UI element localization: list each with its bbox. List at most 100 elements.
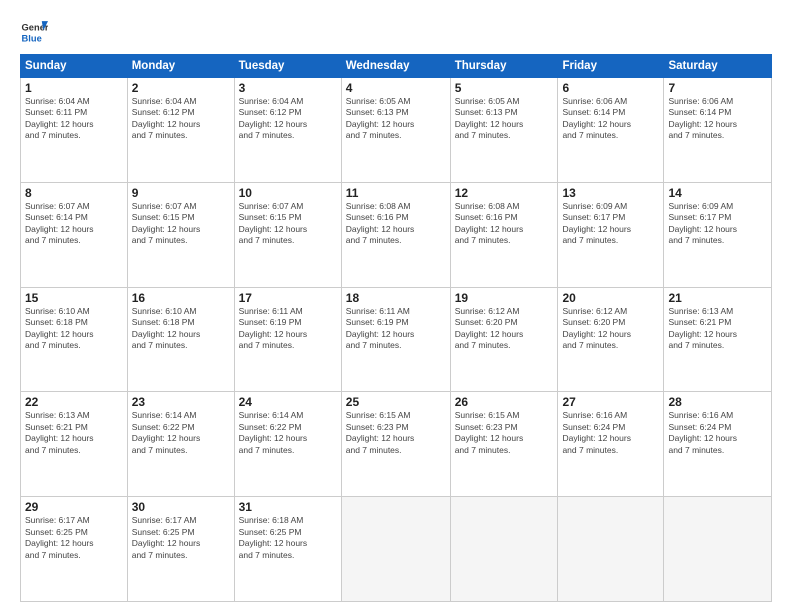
- calendar-cell: [450, 497, 558, 602]
- day-info: Sunrise: 6:10 AM Sunset: 6:18 PM Dayligh…: [132, 306, 230, 352]
- calendar-cell: 11Sunrise: 6:08 AM Sunset: 6:16 PM Dayli…: [341, 182, 450, 287]
- calendar-cell: 30Sunrise: 6:17 AM Sunset: 6:25 PM Dayli…: [127, 497, 234, 602]
- day-number: 20: [562, 291, 659, 305]
- day-info: Sunrise: 6:16 AM Sunset: 6:24 PM Dayligh…: [668, 410, 767, 456]
- day-info: Sunrise: 6:11 AM Sunset: 6:19 PM Dayligh…: [239, 306, 337, 352]
- calendar-cell: 26Sunrise: 6:15 AM Sunset: 6:23 PM Dayli…: [450, 392, 558, 497]
- day-info: Sunrise: 6:15 AM Sunset: 6:23 PM Dayligh…: [455, 410, 554, 456]
- day-info: Sunrise: 6:07 AM Sunset: 6:15 PM Dayligh…: [132, 201, 230, 247]
- calendar-cell: 18Sunrise: 6:11 AM Sunset: 6:19 PM Dayli…: [341, 287, 450, 392]
- day-number: 22: [25, 395, 123, 409]
- calendar-cell: 9Sunrise: 6:07 AM Sunset: 6:15 PM Daylig…: [127, 182, 234, 287]
- day-number: 25: [346, 395, 446, 409]
- day-info: Sunrise: 6:11 AM Sunset: 6:19 PM Dayligh…: [346, 306, 446, 352]
- day-info: Sunrise: 6:04 AM Sunset: 6:11 PM Dayligh…: [25, 96, 123, 142]
- day-number: 5: [455, 81, 554, 95]
- day-info: Sunrise: 6:04 AM Sunset: 6:12 PM Dayligh…: [132, 96, 230, 142]
- calendar-week-1: 1Sunrise: 6:04 AM Sunset: 6:11 PM Daylig…: [21, 78, 772, 183]
- calendar-cell: 1Sunrise: 6:04 AM Sunset: 6:11 PM Daylig…: [21, 78, 128, 183]
- page: General Blue SundayMondayTuesdayWednesda…: [0, 0, 792, 612]
- day-info: Sunrise: 6:05 AM Sunset: 6:13 PM Dayligh…: [346, 96, 446, 142]
- day-number: 12: [455, 186, 554, 200]
- calendar-cell: [341, 497, 450, 602]
- day-info: Sunrise: 6:12 AM Sunset: 6:20 PM Dayligh…: [455, 306, 554, 352]
- day-info: Sunrise: 6:17 AM Sunset: 6:25 PM Dayligh…: [132, 515, 230, 561]
- weekday-header-saturday: Saturday: [664, 55, 772, 78]
- day-number: 30: [132, 500, 230, 514]
- calendar-week-4: 22Sunrise: 6:13 AM Sunset: 6:21 PM Dayli…: [21, 392, 772, 497]
- calendar-cell: 22Sunrise: 6:13 AM Sunset: 6:21 PM Dayli…: [21, 392, 128, 497]
- logo: General Blue: [20, 18, 50, 46]
- day-number: 21: [668, 291, 767, 305]
- day-info: Sunrise: 6:10 AM Sunset: 6:18 PM Dayligh…: [25, 306, 123, 352]
- day-number: 28: [668, 395, 767, 409]
- day-number: 6: [562, 81, 659, 95]
- calendar-cell: 16Sunrise: 6:10 AM Sunset: 6:18 PM Dayli…: [127, 287, 234, 392]
- calendar-cell: 28Sunrise: 6:16 AM Sunset: 6:24 PM Dayli…: [664, 392, 772, 497]
- calendar-cell: 25Sunrise: 6:15 AM Sunset: 6:23 PM Dayli…: [341, 392, 450, 497]
- day-number: 19: [455, 291, 554, 305]
- day-info: Sunrise: 6:16 AM Sunset: 6:24 PM Dayligh…: [562, 410, 659, 456]
- day-number: 18: [346, 291, 446, 305]
- day-info: Sunrise: 6:04 AM Sunset: 6:12 PM Dayligh…: [239, 96, 337, 142]
- day-number: 4: [346, 81, 446, 95]
- day-number: 24: [239, 395, 337, 409]
- calendar-week-3: 15Sunrise: 6:10 AM Sunset: 6:18 PM Dayli…: [21, 287, 772, 392]
- day-number: 23: [132, 395, 230, 409]
- calendar-cell: 2Sunrise: 6:04 AM Sunset: 6:12 PM Daylig…: [127, 78, 234, 183]
- calendar: SundayMondayTuesdayWednesdayThursdayFrid…: [20, 54, 772, 602]
- day-info: Sunrise: 6:07 AM Sunset: 6:14 PM Dayligh…: [25, 201, 123, 247]
- weekday-header-monday: Monday: [127, 55, 234, 78]
- calendar-week-5: 29Sunrise: 6:17 AM Sunset: 6:25 PM Dayli…: [21, 497, 772, 602]
- calendar-cell: 20Sunrise: 6:12 AM Sunset: 6:20 PM Dayli…: [558, 287, 664, 392]
- calendar-cell: 23Sunrise: 6:14 AM Sunset: 6:22 PM Dayli…: [127, 392, 234, 497]
- calendar-cell: 7Sunrise: 6:06 AM Sunset: 6:14 PM Daylig…: [664, 78, 772, 183]
- day-number: 26: [455, 395, 554, 409]
- calendar-cell: 8Sunrise: 6:07 AM Sunset: 6:14 PM Daylig…: [21, 182, 128, 287]
- calendar-cell: 12Sunrise: 6:08 AM Sunset: 6:16 PM Dayli…: [450, 182, 558, 287]
- weekday-header-friday: Friday: [558, 55, 664, 78]
- calendar-header: SundayMondayTuesdayWednesdayThursdayFrid…: [21, 55, 772, 78]
- day-info: Sunrise: 6:13 AM Sunset: 6:21 PM Dayligh…: [668, 306, 767, 352]
- calendar-cell: 3Sunrise: 6:04 AM Sunset: 6:12 PM Daylig…: [234, 78, 341, 183]
- logo-icon: General Blue: [20, 18, 48, 46]
- day-info: Sunrise: 6:17 AM Sunset: 6:25 PM Dayligh…: [25, 515, 123, 561]
- day-number: 2: [132, 81, 230, 95]
- calendar-cell: [664, 497, 772, 602]
- day-number: 31: [239, 500, 337, 514]
- day-number: 10: [239, 186, 337, 200]
- day-number: 14: [668, 186, 767, 200]
- weekday-header-thursday: Thursday: [450, 55, 558, 78]
- day-number: 15: [25, 291, 123, 305]
- svg-text:Blue: Blue: [22, 33, 42, 43]
- day-number: 29: [25, 500, 123, 514]
- calendar-cell: 13Sunrise: 6:09 AM Sunset: 6:17 PM Dayli…: [558, 182, 664, 287]
- calendar-cell: 4Sunrise: 6:05 AM Sunset: 6:13 PM Daylig…: [341, 78, 450, 183]
- day-number: 9: [132, 186, 230, 200]
- day-info: Sunrise: 6:09 AM Sunset: 6:17 PM Dayligh…: [668, 201, 767, 247]
- header: General Blue: [20, 18, 772, 46]
- day-number: 8: [25, 186, 123, 200]
- calendar-cell: 24Sunrise: 6:14 AM Sunset: 6:22 PM Dayli…: [234, 392, 341, 497]
- day-number: 27: [562, 395, 659, 409]
- calendar-cell: 17Sunrise: 6:11 AM Sunset: 6:19 PM Dayli…: [234, 287, 341, 392]
- day-number: 13: [562, 186, 659, 200]
- day-info: Sunrise: 6:06 AM Sunset: 6:14 PM Dayligh…: [562, 96, 659, 142]
- day-info: Sunrise: 6:12 AM Sunset: 6:20 PM Dayligh…: [562, 306, 659, 352]
- day-info: Sunrise: 6:18 AM Sunset: 6:25 PM Dayligh…: [239, 515, 337, 561]
- day-number: 17: [239, 291, 337, 305]
- weekday-header-wednesday: Wednesday: [341, 55, 450, 78]
- day-info: Sunrise: 6:14 AM Sunset: 6:22 PM Dayligh…: [132, 410, 230, 456]
- weekday-header-row: SundayMondayTuesdayWednesdayThursdayFrid…: [21, 55, 772, 78]
- calendar-cell: 14Sunrise: 6:09 AM Sunset: 6:17 PM Dayli…: [664, 182, 772, 287]
- calendar-cell: 6Sunrise: 6:06 AM Sunset: 6:14 PM Daylig…: [558, 78, 664, 183]
- day-info: Sunrise: 6:13 AM Sunset: 6:21 PM Dayligh…: [25, 410, 123, 456]
- weekday-header-sunday: Sunday: [21, 55, 128, 78]
- calendar-cell: 29Sunrise: 6:17 AM Sunset: 6:25 PM Dayli…: [21, 497, 128, 602]
- day-info: Sunrise: 6:15 AM Sunset: 6:23 PM Dayligh…: [346, 410, 446, 456]
- day-number: 7: [668, 81, 767, 95]
- calendar-week-2: 8Sunrise: 6:07 AM Sunset: 6:14 PM Daylig…: [21, 182, 772, 287]
- calendar-cell: 5Sunrise: 6:05 AM Sunset: 6:13 PM Daylig…: [450, 78, 558, 183]
- day-info: Sunrise: 6:05 AM Sunset: 6:13 PM Dayligh…: [455, 96, 554, 142]
- day-info: Sunrise: 6:06 AM Sunset: 6:14 PM Dayligh…: [668, 96, 767, 142]
